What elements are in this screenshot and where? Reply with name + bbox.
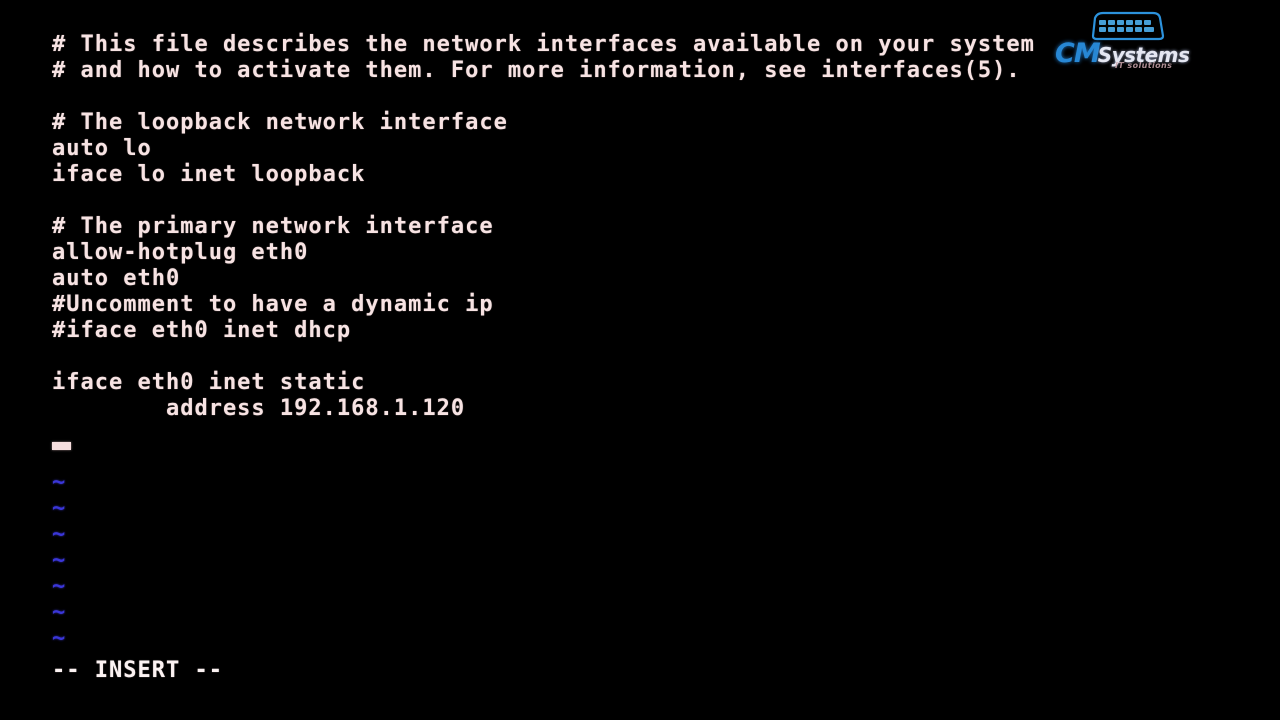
buffer-line: #Uncomment to have a dynamic ip — [52, 292, 494, 317]
buffer-line: iface lo inet loopback — [52, 162, 366, 187]
tilde-marker: ~ — [52, 522, 66, 547]
buffer-line: iface eth0 inet static — [52, 370, 366, 395]
tilde-marker: ~ — [52, 548, 66, 573]
watermark-logo: CMSystems IT solutions — [1055, 6, 1190, 78]
tilde-marker: ~ — [52, 600, 66, 625]
terminal-screen: # This file describes the network interf… — [0, 0, 1280, 720]
buffer-line: auto eth0 — [52, 266, 181, 291]
tilde-marker: ~ — [52, 470, 66, 495]
buffer-line — [52, 422, 1280, 448]
buffer-line: #iface eth0 inet dhcp — [52, 318, 352, 343]
buffer-line — [52, 84, 1280, 110]
tilde-marker: ~ — [52, 574, 66, 599]
vim-text-buffer[interactable]: # This file describes the network interf… — [52, 32, 1280, 448]
buffer-line — [52, 188, 1280, 214]
keyboard-icon — [1091, 11, 1165, 41]
text-cursor — [52, 442, 71, 450]
buffer-line — [52, 344, 1280, 370]
logo-brand-primary: CM — [1055, 38, 1101, 69]
buffer-line: address 192.168.1.120 — [52, 396, 466, 421]
tilde-marker: ~ — [52, 496, 66, 521]
vim-status-line: -- INSERT -- — [52, 658, 223, 683]
logo-tagline: IT solutions — [1115, 61, 1173, 70]
buffer-line: auto lo — [52, 136, 152, 161]
buffer-line: # The loopback network interface — [52, 110, 508, 135]
empty-line-markers: ~ ~ ~ ~ ~ ~ ~ — [52, 470, 65, 652]
buffer-line: # The primary network interface — [52, 214, 494, 239]
tilde-marker: ~ — [52, 626, 66, 651]
buffer-line: allow-hotplug eth0 — [52, 240, 309, 265]
